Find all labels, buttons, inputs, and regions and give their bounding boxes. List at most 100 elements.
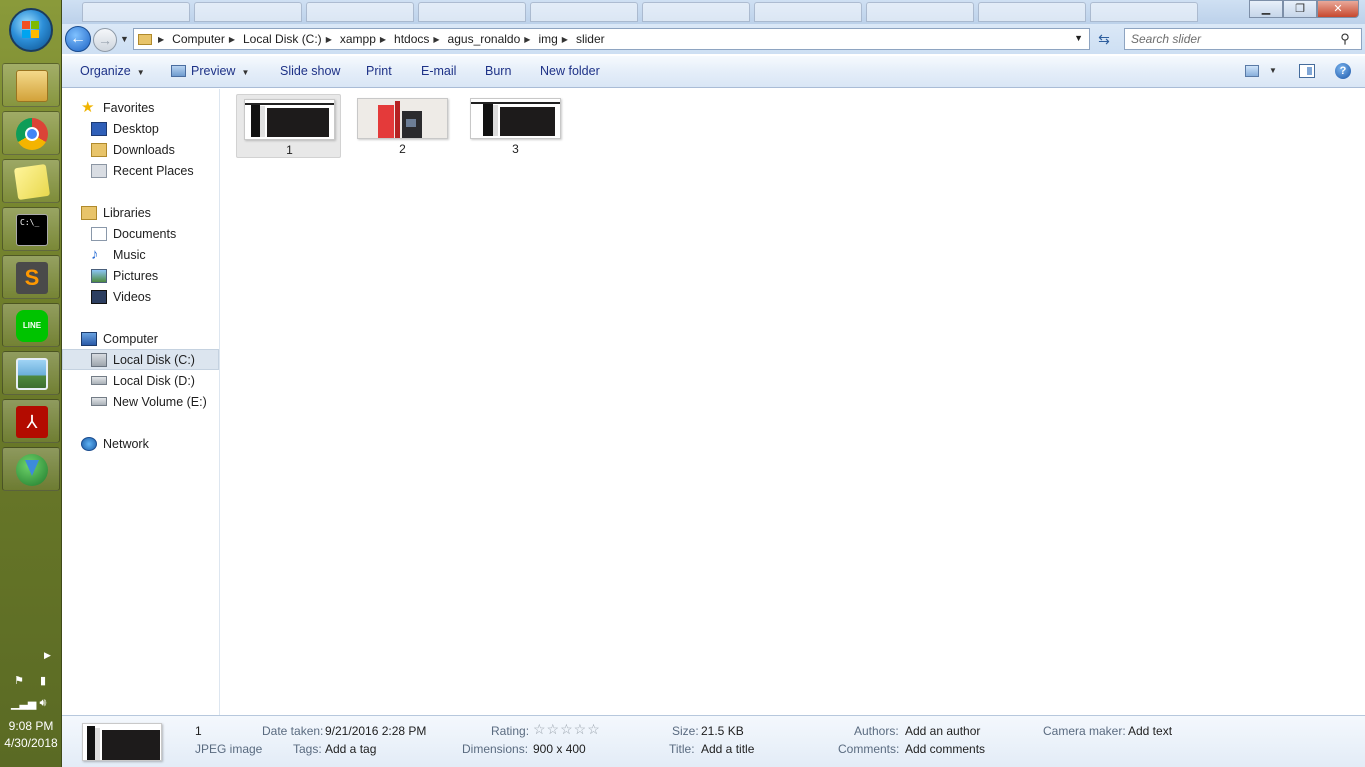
nav-computer[interactable]: Computer bbox=[62, 328, 219, 349]
background-browser-tab bbox=[82, 2, 190, 22]
taskbar-idm-button[interactable] bbox=[2, 447, 60, 491]
breadcrumb-local-disk-c[interactable]: Local Disk (C:) ▶ bbox=[243, 32, 340, 46]
taskbar-sticky-notes-button[interactable] bbox=[2, 159, 60, 203]
nav-recent-places[interactable]: Recent Places bbox=[62, 160, 219, 181]
comments-field[interactable]: Add comments bbox=[905, 742, 985, 756]
chrome-icon bbox=[16, 118, 48, 150]
nav-music[interactable]: ♪ Music bbox=[62, 244, 219, 265]
maximize-button[interactable]: ❐ bbox=[1283, 0, 1317, 18]
desktop-icon bbox=[91, 121, 107, 136]
sticky-notes-icon bbox=[13, 163, 51, 201]
address-bar[interactable]: ▶ Computer ▶ Local Disk (C:) ▶ xampp ▶ htdo… bbox=[133, 28, 1090, 50]
breadcrumb-htdocs[interactable]: htdocs ▶ bbox=[394, 32, 448, 46]
minimize-button[interactable]: ▁ bbox=[1249, 0, 1283, 18]
nav-documents[interactable]: Documents bbox=[62, 223, 219, 244]
line-icon: LINE bbox=[16, 310, 48, 342]
rating-label: Rating: bbox=[491, 724, 530, 738]
folder-icon bbox=[138, 33, 152, 45]
nav-local-disk-c[interactable]: Local Disk (C:) bbox=[62, 349, 219, 370]
breadcrumb-slider[interactable]: slider bbox=[576, 32, 605, 46]
breadcrumb-img[interactable]: img ▶ bbox=[538, 32, 576, 46]
taskbar-explorer-button[interactable] bbox=[2, 63, 60, 107]
nav-libraries[interactable]: Libraries bbox=[62, 202, 219, 223]
volume-icon[interactable]: 🔊︎ bbox=[35, 697, 51, 711]
file-item[interactable]: 2 bbox=[350, 94, 455, 158]
taskbar-acrobat-button[interactable]: ⅄ bbox=[2, 399, 60, 443]
power-icon[interactable]: ▮ bbox=[35, 674, 51, 688]
drive-icon bbox=[91, 376, 107, 385]
clock[interactable]: 9:08 PM 4/30/2018 bbox=[0, 718, 62, 752]
address-history-dropdown[interactable]: ▼ bbox=[1074, 33, 1083, 43]
command-bar: Organize ▼ Preview ▼ Slide show Print E-ma… bbox=[62, 56, 1365, 88]
file-item[interactable]: 3 bbox=[463, 94, 568, 158]
taskbar-line-button[interactable]: LINE bbox=[2, 303, 60, 347]
search-icon[interactable]: ⚲ bbox=[1335, 31, 1355, 47]
search-input[interactable] bbox=[1125, 32, 1335, 46]
breadcrumb-computer[interactable]: Computer ▶ bbox=[172, 32, 243, 46]
authors-label: Authors: bbox=[854, 724, 899, 738]
comments-label: Comments: bbox=[838, 742, 900, 756]
nav-downloads[interactable]: Downloads bbox=[62, 139, 219, 160]
show-hidden-icons-icon[interactable]: ▶ bbox=[44, 650, 51, 661]
email-button[interactable]: E-mail bbox=[421, 64, 456, 78]
breadcrumb-xampp[interactable]: xampp ▶ bbox=[340, 32, 394, 46]
network-signal-icon[interactable]: ▁▃▅ bbox=[11, 697, 36, 711]
organize-button[interactable]: Organize ▼ bbox=[80, 64, 145, 78]
image-thumbnail bbox=[244, 99, 335, 140]
print-button[interactable]: Print bbox=[366, 64, 392, 78]
documents-icon bbox=[91, 226, 107, 241]
taskbar-photo-viewer-button[interactable] bbox=[2, 351, 60, 395]
preview-button[interactable]: Preview ▼ bbox=[171, 64, 249, 78]
new-folder-button[interactable]: New folder bbox=[540, 64, 600, 78]
taskbar-chrome-button[interactable] bbox=[2, 111, 60, 155]
nav-new-volume-e[interactable]: New Volume (E:) bbox=[62, 391, 219, 412]
drive-icon bbox=[91, 397, 107, 406]
command-prompt-icon: C:\_ bbox=[16, 214, 48, 246]
details-thumbnail bbox=[82, 723, 162, 761]
title-field[interactable]: Add a title bbox=[701, 742, 754, 756]
rating-stars[interactable]: ☆☆☆☆☆ bbox=[533, 721, 601, 738]
taskbar-sublime-button[interactable]: S bbox=[2, 255, 60, 299]
preview-pane-icon[interactable] bbox=[1299, 64, 1315, 78]
details-file-type: JPEG image bbox=[195, 742, 263, 756]
music-icon: ♪ bbox=[91, 245, 99, 263]
start-button[interactable] bbox=[9, 8, 53, 52]
authors-field[interactable]: Add an author bbox=[905, 724, 980, 738]
title-label: Title: bbox=[669, 742, 695, 756]
slideshow-button[interactable]: Slide show bbox=[280, 64, 340, 78]
breadcrumb-agus-ronaldo[interactable]: agus_ronaldo ▶ bbox=[448, 32, 539, 46]
refresh-button[interactable]: ⇆ bbox=[1094, 29, 1114, 49]
forward-button[interactable]: → bbox=[93, 28, 117, 52]
nav-pictures[interactable]: Pictures bbox=[62, 265, 219, 286]
chevron-down-icon: ▼ bbox=[136, 68, 145, 77]
pictures-icon bbox=[91, 268, 107, 283]
title-bar: ▁ ❐ ✕ bbox=[62, 0, 1365, 24]
breadcrumb-root-arrow[interactable]: ▶ bbox=[158, 35, 172, 44]
background-browser-tab bbox=[306, 2, 414, 22]
nav-favorites[interactable]: ★ Favorites bbox=[62, 97, 219, 118]
burn-button[interactable]: Burn bbox=[485, 64, 511, 78]
change-view-icon[interactable] bbox=[1245, 65, 1259, 77]
size-label: Size: bbox=[672, 724, 699, 738]
back-button[interactable]: ← bbox=[65, 26, 91, 52]
image-thumbnail bbox=[357, 98, 448, 139]
photo-viewer-icon bbox=[16, 358, 48, 390]
nav-videos[interactable]: Videos bbox=[62, 286, 219, 307]
close-button[interactable]: ✕ bbox=[1317, 0, 1359, 18]
tags-field[interactable]: Add a tag bbox=[325, 742, 376, 756]
taskbar-cmd-button[interactable]: C:\_ bbox=[2, 207, 60, 251]
nav-desktop[interactable]: Desktop bbox=[62, 118, 219, 139]
nav-local-disk-d[interactable]: Local Disk (D:) bbox=[62, 370, 219, 391]
help-icon[interactable]: ? bbox=[1335, 63, 1351, 79]
date-taken-label: Date taken: bbox=[262, 724, 324, 738]
camera-maker-field[interactable]: Add text bbox=[1128, 724, 1172, 738]
windows-explorer-icon bbox=[16, 70, 48, 102]
size-value: 21.5 KB bbox=[701, 724, 744, 738]
file-item[interactable]: 1 bbox=[236, 94, 341, 158]
dimensions-label: Dimensions: bbox=[462, 742, 529, 756]
date-taken-value[interactable]: 9/21/2016 2:28 PM bbox=[325, 724, 426, 738]
view-options-dropdown[interactable]: ▼ bbox=[1269, 66, 1277, 75]
recent-pages-dropdown[interactable]: ▼ bbox=[120, 34, 129, 44]
action-center-flag-icon[interactable]: ⚑ bbox=[11, 674, 27, 688]
nav-network[interactable]: Network bbox=[62, 433, 219, 454]
